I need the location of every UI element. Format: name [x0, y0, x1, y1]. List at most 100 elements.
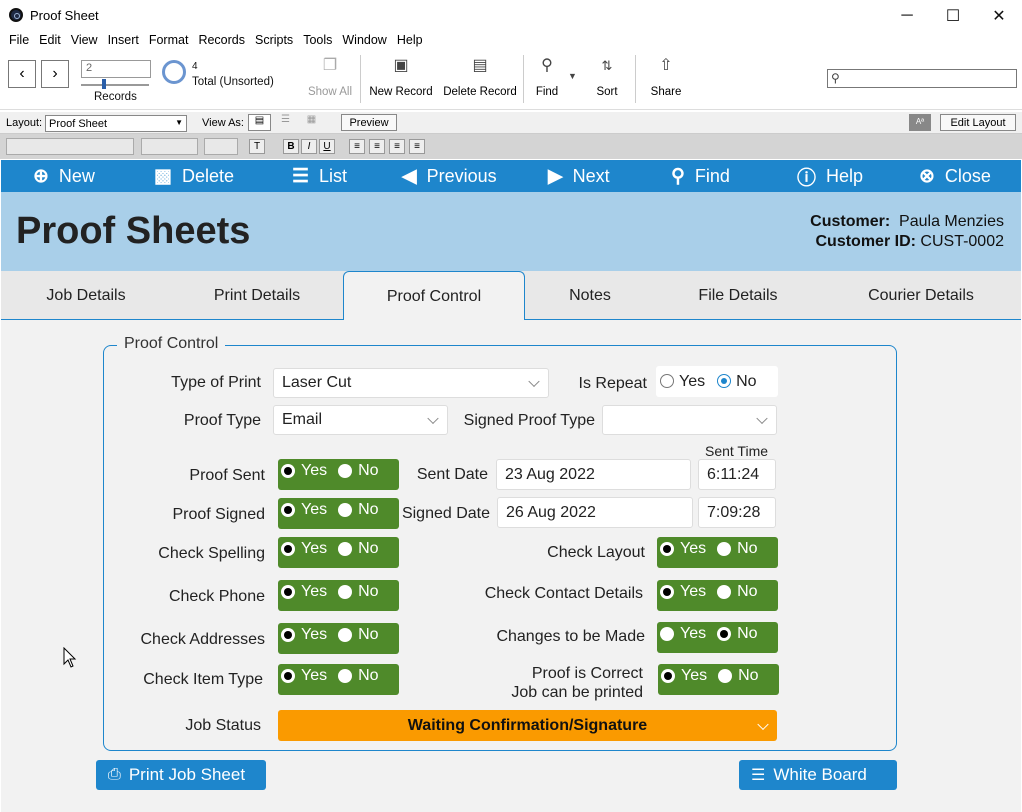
proof-type-label: Proof Type	[183, 412, 261, 429]
prev-record-button[interactable]: ‹	[8, 60, 36, 88]
align-left-button[interactable]: ≡	[349, 139, 365, 154]
check-layout-no[interactable]: No	[717, 540, 758, 558]
menu-scripts[interactable]: Scripts	[255, 31, 293, 51]
white-board-button[interactable]: ☰ White Board	[739, 760, 897, 790]
formatting-bar-toggle-icon[interactable]: Aª	[909, 114, 931, 131]
new-button[interactable]: ⊕ New	[33, 160, 95, 192]
tab-file-details[interactable]: File Details	[655, 271, 821, 320]
signed-date-input[interactable]: 26 Aug 2022	[497, 497, 693, 528]
check-item-type-yes[interactable]: Yes	[281, 667, 327, 685]
quick-find-input[interactable]: ⚲	[827, 69, 1017, 88]
bold-button[interactable]: B	[283, 139, 299, 154]
edit-layout-button[interactable]: Edit Layout	[940, 114, 1016, 131]
action-bar: ⊕ New ▩ Delete ☰ List ◀ Previous ▶ Next ⚲ Find…	[1, 160, 1021, 192]
menu-help[interactable]: Help	[397, 31, 423, 51]
font-select[interactable]	[6, 138, 134, 155]
job-status-select[interactable]: Waiting Confirmation/Signature	[278, 710, 777, 741]
find-button[interactable]: ⚲ Find	[671, 160, 730, 192]
italic-button[interactable]: I	[301, 139, 317, 154]
records-label: Records	[94, 91, 137, 103]
menu-edit[interactable]: Edit	[39, 31, 61, 51]
tab-job-details[interactable]: Job Details	[1, 271, 171, 320]
form-view-button[interactable]: ▤	[248, 114, 271, 131]
sent-time-input[interactable]: 6:11:24	[698, 459, 776, 490]
close-button[interactable]: ⊗ Close	[919, 160, 991, 192]
check-addresses-yes[interactable]: Yes	[281, 626, 327, 644]
maximize-button[interactable]: ☐	[930, 0, 976, 31]
help-button[interactable]: ⓘ Help	[797, 160, 863, 192]
record-slider[interactable]	[81, 84, 149, 86]
share-button[interactable]: ⇧ Share	[648, 55, 684, 98]
text-color-button[interactable]: T	[249, 139, 265, 154]
table-view-button[interactable]: ▦	[300, 114, 323, 131]
record-number-input[interactable]: 2	[81, 60, 151, 78]
layout-select[interactable]: Proof Sheet ▼	[45, 115, 187, 132]
help-circle-icon: ⓘ	[797, 167, 817, 189]
proof-signed-toggle: Yes No	[278, 498, 399, 529]
check-item-type-no[interactable]: No	[338, 667, 379, 685]
is-repeat-no[interactable]: No	[717, 373, 757, 391]
triangle-left-icon: ◀	[402, 165, 417, 187]
sent-date-input[interactable]: 23 Aug 2022	[496, 459, 691, 490]
toolbar-separator	[360, 55, 361, 103]
show-all-button[interactable]: ❐ Show All	[306, 55, 354, 98]
tab-proof-control[interactable]: Proof Control	[343, 271, 525, 321]
find-toolbar-button[interactable]: ⚲ Find	[530, 55, 564, 98]
check-contact-yes[interactable]: Yes	[660, 583, 706, 601]
type-of-print-select[interactable]: Laser Cut	[273, 368, 549, 398]
next-button[interactable]: ▶ Next	[548, 160, 610, 192]
record-slider-thumb[interactable]	[102, 79, 106, 89]
proof-sent-yes[interactable]: Yes	[281, 462, 327, 480]
changes-yes[interactable]: Yes	[660, 625, 706, 643]
align-right-button[interactable]: ≡	[389, 139, 405, 154]
underline-button[interactable]: U	[319, 139, 335, 154]
proof-sent-no[interactable]: No	[338, 462, 379, 480]
close-window-button[interactable]: ✕	[976, 0, 1022, 31]
menu-window[interactable]: Window	[342, 31, 386, 51]
check-addresses-no[interactable]: No	[338, 626, 379, 644]
menu-format[interactable]: Format	[149, 31, 189, 51]
next-record-button[interactable]: ›	[41, 60, 69, 88]
delete-button[interactable]: ▩ Delete	[154, 160, 234, 192]
menu-tools[interactable]: Tools	[303, 31, 332, 51]
menu-view[interactable]: View	[71, 31, 98, 51]
find-dropdown-icon[interactable]: ▼	[568, 71, 577, 81]
check-phone-yes[interactable]: Yes	[281, 583, 327, 601]
previous-button[interactable]: ◀ Previous	[402, 160, 497, 192]
changes-no[interactable]: No	[717, 625, 758, 643]
proof-correct-no[interactable]: No	[718, 667, 759, 685]
delete-record-button[interactable]: ▤ Delete Record	[442, 55, 518, 98]
font-size-select[interactable]	[141, 138, 198, 155]
menu-records[interactable]: Records	[198, 31, 245, 51]
proof-signed-yes[interactable]: Yes	[281, 501, 327, 519]
check-spelling-yes[interactable]: Yes	[281, 540, 327, 558]
sort-button[interactable]: ⇅ Sort	[592, 55, 622, 98]
is-repeat-yes[interactable]: Yes	[660, 373, 705, 391]
tab-notes[interactable]: Notes	[525, 271, 655, 320]
menu-bar: File Edit View Insert Format Records Scr…	[0, 31, 1022, 51]
list-view-button[interactable]: ☰	[274, 114, 297, 131]
list-button[interactable]: ☰ List	[292, 160, 347, 192]
check-contact-no[interactable]: No	[717, 583, 758, 601]
check-phone-no[interactable]: No	[338, 583, 379, 601]
proof-type-select[interactable]: Email	[273, 405, 448, 435]
new-record-button[interactable]: ▣ New Record	[368, 55, 434, 98]
chevron-left-icon: ‹	[19, 65, 25, 82]
fill-select[interactable]	[204, 138, 238, 155]
print-job-sheet-button[interactable]: ⎙ Print Job Sheet	[96, 760, 266, 790]
proof-signed-no[interactable]: No	[338, 501, 379, 519]
justify-button[interactable]: ≡	[409, 139, 425, 154]
signed-time-input[interactable]: 7:09:28	[698, 497, 776, 528]
tab-courier-details[interactable]: Courier Details	[821, 271, 1021, 320]
check-phone-label: Check Phone	[168, 588, 265, 605]
menu-insert[interactable]: Insert	[108, 31, 139, 51]
check-spelling-no[interactable]: No	[338, 540, 379, 558]
align-center-button[interactable]: ≡	[369, 139, 385, 154]
proof-correct-yes[interactable]: Yes	[661, 667, 707, 685]
signed-proof-type-select[interactable]	[602, 405, 777, 435]
tab-print-details[interactable]: Print Details	[171, 271, 343, 320]
check-layout-yes[interactable]: Yes	[660, 540, 706, 558]
minimize-button[interactable]: ─	[884, 0, 930, 31]
menu-file[interactable]: File	[9, 31, 29, 51]
preview-button[interactable]: Preview	[341, 114, 397, 131]
